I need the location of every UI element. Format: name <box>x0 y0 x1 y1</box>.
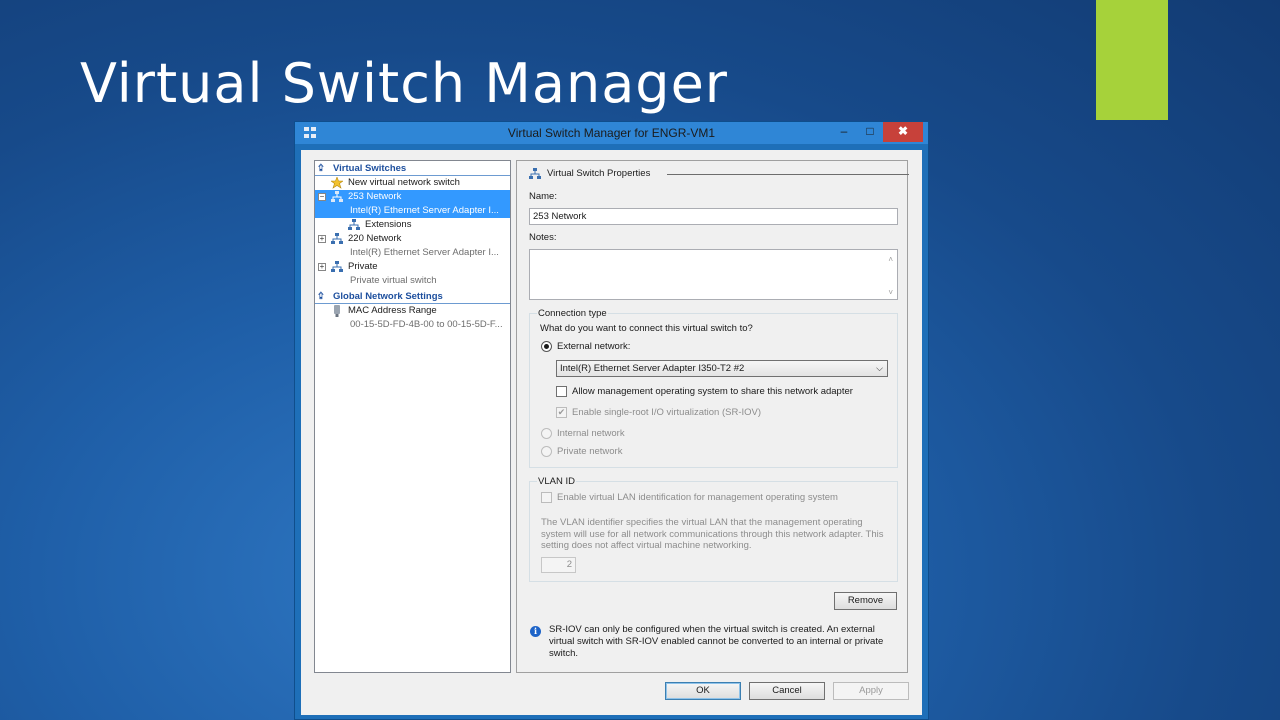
notes-field[interactable]: ˄ ˅ <box>529 249 898 300</box>
connection-question: What do you want to connect this virtual… <box>540 323 753 334</box>
vlan-id-field[interactable]: 2 <box>541 557 576 573</box>
external-network-label: External network: <box>557 341 631 352</box>
virtual-switch-manager-window: Virtual Switch Manager for ENGR-VM1 – □ … <box>294 121 929 720</box>
allow-management-checkbox[interactable] <box>556 386 567 397</box>
internal-network-label: Internal network <box>557 428 625 439</box>
switch-name: 220 Network <box>348 233 402 244</box>
tree-item-private[interactable]: + Private Private virtual switch <box>315 260 510 289</box>
switch-description: Private virtual switch <box>350 275 437 286</box>
slide-title: Virtual Switch Manager <box>80 52 729 115</box>
collapse-icon[interactable]: − <box>318 193 326 201</box>
vlan-enable-checkbox[interactable] <box>541 492 552 503</box>
vlan-enable-label: Enable virtual LAN identification for ma… <box>557 492 838 503</box>
network-switch-icon <box>331 191 343 203</box>
allow-management-label: Allow management operating system to sha… <box>572 386 853 397</box>
expand-icon[interactable]: + <box>318 263 326 271</box>
expand-icon[interactable]: + <box>318 235 326 243</box>
new-switch-icon <box>331 177 343 189</box>
vlan-id-title: VLAN ID <box>537 476 576 487</box>
internal-network-radio[interactable] <box>541 428 552 439</box>
sriov-label: Enable single-root I/O virtualization (S… <box>572 407 762 418</box>
tree-item-new-switch[interactable]: New virtual network switch <box>315 176 510 190</box>
apply-button[interactable]: Apply <box>833 682 909 700</box>
name-label: Name: <box>529 191 557 202</box>
properties-header-label: Virtual Switch Properties <box>547 168 651 179</box>
global-network-settings-header: Global Network Settings <box>333 291 443 302</box>
tree-item-253-network[interactable]: − 253 Network Intel(R) Ethernet Server A… <box>315 190 510 218</box>
tree-item-mac-address-range[interactable]: MAC Address Range 00-15-5D-FD-4B-00 to 0… <box>315 304 510 332</box>
properties-header: Virtual Switch Properties <box>529 168 909 182</box>
sriov-info-text: SR-IOV can only be configured when the v… <box>549 624 884 659</box>
network-switch-icon <box>529 168 541 180</box>
switch-name: Private <box>348 261 378 272</box>
dialog-client-area: ⮸ Virtual Switches New virtual network s… <box>301 150 922 715</box>
mac-range-value: 00-15-5D-FD-4B-00 to 00-15-5D-F... <box>350 319 503 330</box>
virtual-switches-header: Virtual Switches <box>333 163 407 174</box>
close-button[interactable]: ✖ <box>883 122 923 142</box>
scroll-up-icon[interactable]: ˄ <box>888 252 893 267</box>
connection-type-group: Connection type What do you want to conn… <box>529 308 898 468</box>
network-switch-icon <box>331 233 343 245</box>
network-switch-icon <box>331 261 343 273</box>
title-bar[interactable]: Virtual Switch Manager for ENGR-VM1 – □ … <box>295 122 928 144</box>
sriov-checkbox[interactable]: ✔ <box>556 407 567 418</box>
header-divider <box>667 174 909 175</box>
cancel-button[interactable]: Cancel <box>749 682 825 700</box>
info-icon: i <box>530 626 541 637</box>
vlan-id-group: VLAN ID Enable virtual LAN identificatio… <box>529 476 898 582</box>
collapse-chevron-icon[interactable]: ⮸ <box>318 161 324 176</box>
name-field[interactable]: 253 Network <box>529 208 898 225</box>
tree-item-extensions[interactable]: Extensions <box>315 218 510 232</box>
private-network-radio[interactable] <box>541 446 552 457</box>
tree-item-220-network[interactable]: + 220 Network Intel(R) Ethernet Server A… <box>315 232 510 260</box>
connection-type-title: Connection type <box>537 308 608 319</box>
minimize-button[interactable]: – <box>831 122 857 142</box>
maximize-button[interactable]: □ <box>857 122 883 142</box>
switch-properties-pane: Virtual Switch Properties Name: 253 Netw… <box>516 160 909 673</box>
extensions-icon <box>348 219 360 231</box>
vlan-description: The VLAN identifier specifies the virtua… <box>541 517 884 551</box>
mac-address-icon <box>331 305 343 317</box>
switch-tree[interactable]: ⮸ Virtual Switches New virtual network s… <box>314 160 511 673</box>
extensions-label: Extensions <box>365 219 412 230</box>
adapter-select-value: Intel(R) Ethernet Server Adapter I350-T2… <box>560 363 745 374</box>
private-network-label: Private network <box>557 446 623 457</box>
scroll-down-icon[interactable]: ˅ <box>888 285 893 300</box>
accent-bar <box>1096 0 1168 120</box>
new-switch-label: New virtual network switch <box>348 177 460 188</box>
switch-name: 253 Network <box>348 191 402 202</box>
external-network-radio[interactable] <box>541 341 552 352</box>
remove-button[interactable]: Remove <box>834 592 897 610</box>
virtual-switches-section[interactable]: ⮸ Virtual Switches <box>315 161 510 176</box>
mac-range-label: MAC Address Range <box>348 305 437 316</box>
global-network-settings-section[interactable]: ⮸ Global Network Settings <box>315 289 510 304</box>
ok-button[interactable]: OK <box>665 682 741 700</box>
chevron-down-icon: ⌵ <box>876 363 883 373</box>
switch-adapter: Intel(R) Ethernet Server Adapter I... <box>350 247 499 258</box>
switch-adapter: Intel(R) Ethernet Server Adapter I... <box>350 205 499 216</box>
notes-label: Notes: <box>529 232 557 243</box>
collapse-chevron-icon[interactable]: ⮸ <box>318 289 324 304</box>
adapter-select[interactable]: Intel(R) Ethernet Server Adapter I350-T2… <box>556 360 888 377</box>
